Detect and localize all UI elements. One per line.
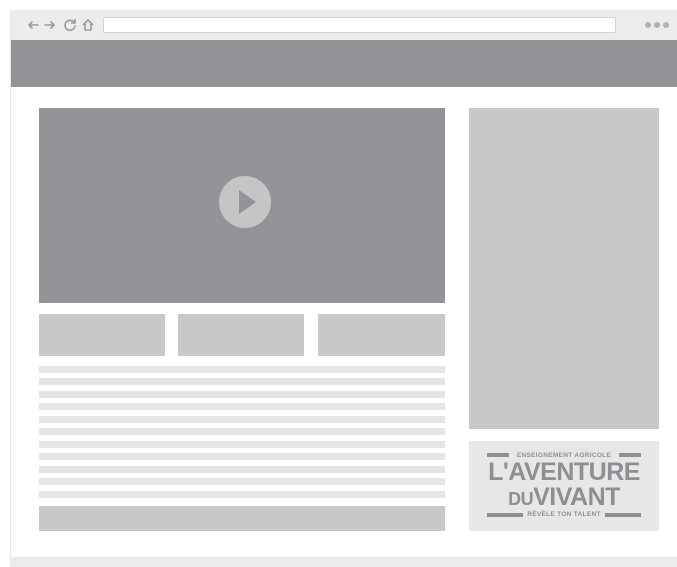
play-icon <box>239 190 256 214</box>
logo-tagline: RÉVÈLE TON TALENT <box>527 511 601 518</box>
thumbnail-3[interactable] <box>318 314 445 356</box>
dot <box>663 22 669 28</box>
text-line <box>39 466 445 473</box>
text-line <box>39 441 445 448</box>
thumbnail-2[interactable] <box>178 314 304 356</box>
text-line <box>39 491 445 498</box>
logo-sub-big: VIVANT <box>533 483 620 511</box>
browser-window: ENSEIGNEMENT AGRICOLE L'AVENTURE DUVIVAN… <box>10 10 677 557</box>
video-player[interactable] <box>39 108 445 303</box>
more-dots-icon[interactable] <box>645 22 672 29</box>
site-header-bar <box>11 40 677 87</box>
dot <box>654 22 660 28</box>
text-line <box>39 453 445 460</box>
logo-sub-small: DU <box>508 489 534 509</box>
play-button[interactable] <box>219 176 271 228</box>
content-footer-bar <box>39 506 445 531</box>
reload-icon[interactable] <box>63 18 77 32</box>
thumbnail-1[interactable] <box>39 314 165 356</box>
address-bar[interactable] <box>103 17 616 33</box>
text-line <box>39 428 445 435</box>
dot <box>645 22 651 28</box>
logo-main-line: L'AVENTURE <box>488 458 640 486</box>
browser-bottom-edge <box>10 557 677 567</box>
text-line <box>39 378 445 385</box>
text-line <box>39 391 445 398</box>
back-arrow-icon[interactable] <box>26 18 40 32</box>
text-line <box>39 416 445 423</box>
logo-sub-line: DUVIVANT <box>469 485 659 512</box>
text-line <box>39 366 445 373</box>
forward-arrow-icon[interactable] <box>43 18 57 32</box>
brand-logo[interactable]: ENSEIGNEMENT AGRICOLE L'AVENTURE DUVIVAN… <box>469 441 659 531</box>
home-icon[interactable] <box>81 18 95 32</box>
sidebar-panel <box>469 108 659 429</box>
text-line <box>39 403 445 410</box>
browser-toolbar <box>11 10 677 40</box>
text-line <box>39 478 445 485</box>
